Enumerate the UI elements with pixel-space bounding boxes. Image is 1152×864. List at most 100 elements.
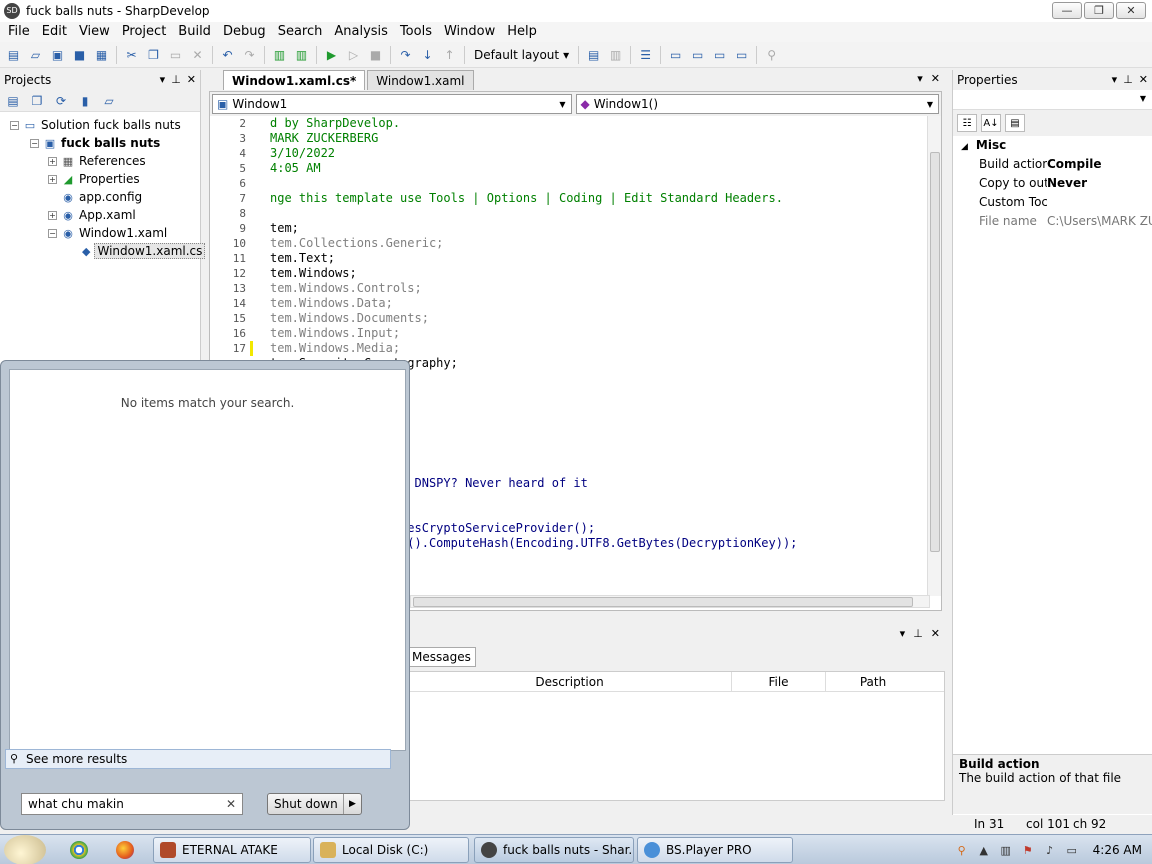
tab-window1-xaml-cs[interactable]: Window1.xaml.cs*: [223, 70, 366, 90]
scrollbar-thumb[interactable]: [930, 152, 940, 552]
minimize-button[interactable]: —: [1052, 2, 1082, 19]
save-all-icon[interactable]: ▦: [92, 45, 111, 64]
menu-analysis[interactable]: Analysis: [328, 22, 394, 42]
categorized-icon[interactable]: ☷: [957, 114, 977, 132]
close-icon[interactable]: ✕: [187, 70, 196, 90]
copy-icon[interactable]: ❐: [144, 45, 163, 64]
menu-project[interactable]: Project: [116, 22, 172, 42]
pane-menu-icon[interactable]: ▾: [1112, 70, 1118, 90]
collapse-icon[interactable]: ◢: [961, 142, 968, 152]
menu-file[interactable]: File: [2, 22, 36, 42]
member-combo[interactable]: ◆ Window1() ▼: [575, 94, 939, 114]
bookmark-toggle-icon[interactable]: ▭: [666, 45, 685, 64]
redo-icon[interactable]: ↷: [240, 45, 259, 64]
scrollbar-thumb[interactable]: [413, 597, 913, 607]
column-path[interactable]: Path: [826, 672, 920, 691]
menu-help[interactable]: Help: [501, 22, 543, 42]
new-file-icon[interactable]: ▤: [4, 45, 23, 64]
paste-icon[interactable]: ▭: [166, 45, 185, 64]
clock[interactable]: 4:26 AM: [1093, 843, 1142, 857]
bookmark-prev-icon[interactable]: ▭: [688, 45, 707, 64]
search-icon[interactable]: ⚲: [955, 843, 969, 857]
shut-down-button[interactable]: Shut down ▶: [267, 793, 362, 815]
layout-dropdown[interactable]: Default layout ▾: [470, 48, 573, 62]
column-file[interactable]: File: [732, 672, 826, 691]
close-button[interactable]: ✕: [1116, 2, 1146, 19]
property-row-build-action[interactable]: Build action Compile: [953, 155, 1152, 174]
bookmark-clear-icon[interactable]: ▭: [732, 45, 751, 64]
pin-icon[interactable]: ⊥: [171, 70, 181, 90]
save-icon[interactable]: ■: [70, 45, 89, 64]
column-description[interactable]: Description: [408, 672, 732, 691]
uncomment-icon[interactable]: ▥: [606, 45, 625, 64]
tree-item-app-xaml[interactable]: + ◉ App.xaml: [0, 206, 200, 224]
comment-icon[interactable]: ▤: [584, 45, 603, 64]
property-value[interactable]: C:\Users\MARK ZUC: [1047, 212, 1152, 231]
bookmark-next-icon[interactable]: ▭: [710, 45, 729, 64]
start-button[interactable]: [4, 835, 46, 864]
indent-icon[interactable]: ☰: [636, 45, 655, 64]
pane-menu-icon[interactable]: ▾: [900, 627, 906, 640]
cut-icon[interactable]: ✂: [122, 45, 141, 64]
undo-icon[interactable]: ↶: [218, 45, 237, 64]
show-hidden-icons-icon[interactable]: ▲: [977, 843, 991, 857]
tree-item-properties[interactable]: + ◢ Properties: [0, 170, 200, 188]
see-more-results-link[interactable]: ⚲ See more results: [5, 749, 391, 769]
class-combo[interactable]: ▣ Window1 ▼: [212, 94, 572, 114]
properties-object-combo[interactable]: ▼: [953, 90, 1152, 110]
open-project-icon[interactable]: ▣: [48, 45, 67, 64]
action-center-icon[interactable]: ⚑: [1021, 843, 1035, 857]
tab-window1-xaml[interactable]: Window1.xaml: [367, 70, 474, 90]
show-all-files-icon[interactable]: ▮: [76, 92, 94, 110]
taskbar-item-bsplayer[interactable]: BS.Player PRO: [637, 837, 793, 863]
property-value[interactable]: Compile: [1047, 155, 1152, 174]
expand-icon[interactable]: +: [48, 174, 57, 184]
run-without-debugger-icon[interactable]: ▷: [344, 45, 363, 64]
volume-icon[interactable]: ♪: [1043, 843, 1057, 857]
step-over-icon[interactable]: ↷: [396, 45, 415, 64]
property-value[interactable]: [1047, 193, 1152, 212]
collapse-icon[interactable]: −: [48, 228, 57, 238]
pin-icon[interactable]: ⊥: [913, 627, 923, 640]
project-options-icon[interactable]: ▤: [4, 92, 22, 110]
taskbar-item-sharpdevelop[interactable]: fuck balls nuts - Shar...: [474, 837, 634, 863]
build-icon[interactable]: ▥: [270, 45, 289, 64]
tree-item-project[interactable]: − ▣ fuck balls nuts: [0, 134, 200, 152]
property-row-file-name[interactable]: File name C:\Users\MARK ZUC: [953, 212, 1152, 231]
property-pages-icon[interactable]: ▤: [1005, 114, 1025, 132]
start-search-input[interactable]: what chu makin ✕: [21, 793, 243, 815]
editor-horizontal-scrollbar[interactable]: [410, 595, 930, 608]
tree-item-app-config[interactable]: ◉ app.config: [0, 188, 200, 206]
network-icon[interactable]: ▥: [999, 843, 1013, 857]
tree-item-references[interactable]: + ▦ References: [0, 152, 200, 170]
chrome-icon[interactable]: [70, 841, 88, 859]
taskbar-item-local-disk[interactable]: Local Disk (C:): [313, 837, 469, 863]
keyboard-icon[interactable]: ▭: [1065, 843, 1079, 857]
menu-view[interactable]: View: [73, 22, 116, 42]
property-category-misc[interactable]: ◢ Misc: [953, 136, 1152, 155]
taskbar-item-eternal-atake[interactable]: ETERNAL ATAKE: [153, 837, 311, 863]
collapse-icon[interactable]: −: [30, 138, 39, 148]
clear-search-icon[interactable]: ✕: [226, 794, 236, 814]
close-icon[interactable]: ✕: [931, 627, 940, 640]
close-icon[interactable]: ✕: [931, 72, 940, 85]
close-icon[interactable]: ✕: [1139, 70, 1148, 90]
tree-item-window-xaml[interactable]: − ◉ Window1.xaml: [0, 224, 200, 242]
editor-vertical-scrollbar[interactable]: [927, 116, 941, 596]
collapse-icon[interactable]: −: [10, 120, 19, 130]
tree-item-solution[interactable]: − ▭ Solution fuck balls nuts: [0, 116, 200, 134]
pane-menu-icon[interactable]: ▾: [160, 70, 166, 90]
collapse-all-icon[interactable]: ❐: [28, 92, 46, 110]
menu-debug[interactable]: Debug: [217, 22, 272, 42]
stop-icon[interactable]: ■: [366, 45, 385, 64]
menu-search[interactable]: Search: [272, 22, 329, 42]
step-into-icon[interactable]: ↓: [418, 45, 437, 64]
open-containing-folder-icon[interactable]: ▱: [100, 92, 118, 110]
refresh-icon[interactable]: ⟳: [52, 92, 70, 110]
shut-down-options-icon[interactable]: ▶: [343, 794, 361, 814]
run-icon[interactable]: ▶: [322, 45, 341, 64]
rebuild-icon[interactable]: ▥: [292, 45, 311, 64]
open-folder-icon[interactable]: ▱: [26, 45, 45, 64]
find-icon[interactable]: ⚲: [762, 45, 781, 64]
menu-window[interactable]: Window: [438, 22, 501, 42]
